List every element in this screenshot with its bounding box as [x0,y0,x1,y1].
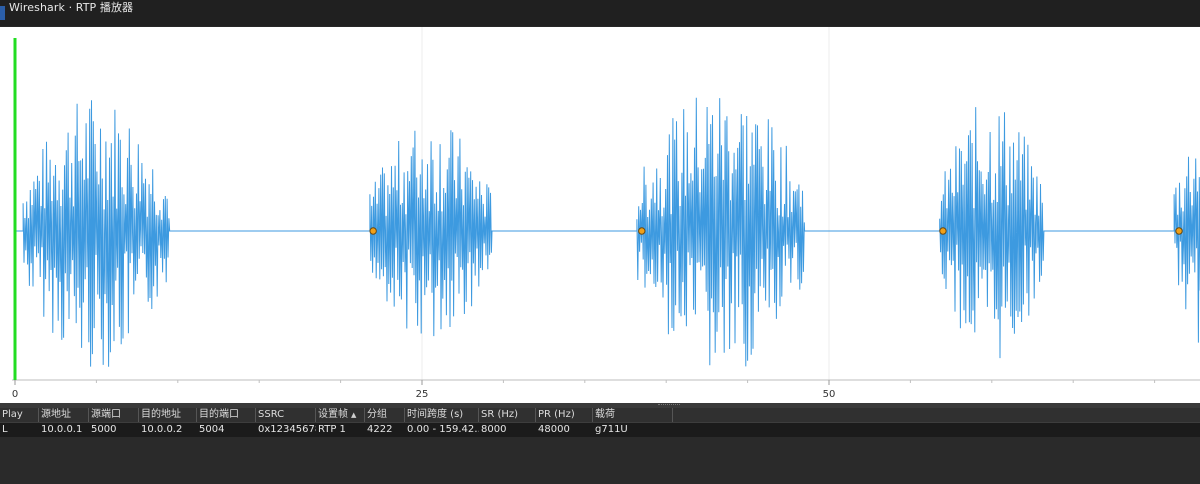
x-tick-label: 50 [823,389,836,400]
silence-marker-icon[interactable] [638,227,646,235]
column-header-setup-frame[interactable]: 设置帧 ▲ [316,408,365,422]
column-header-label: PR (Hz) [538,409,575,420]
wireshark-app-icon [0,6,5,20]
title-bar: Wireshark · RTP 播放器 [0,0,1200,26]
cell-payload: g711U [595,424,628,435]
silence-marker-icon[interactable] [369,227,377,235]
waveform-plot[interactable]: 0255075100125 [0,27,1200,403]
x-tick-label: 0 [12,389,18,400]
column-header-label: 源端口 [91,409,121,420]
column-header-source-port[interactable]: 源端口 [89,408,139,422]
column-header-label: 设置帧 [318,409,348,420]
cell-source-address: 10.0.0.1 [41,424,83,435]
column-header-sample-rate[interactable]: SR (Hz) [479,408,536,422]
cell-play: L [2,424,8,435]
column-header-play[interactable]: Play [0,408,39,422]
x-tick-label: 25 [416,389,429,400]
column-header-label: 源地址 [41,409,71,420]
column-header-label: 目的端口 [199,409,239,420]
column-header-packets[interactable]: 分组 [365,408,405,422]
silence-marker-icon[interactable] [1175,227,1183,235]
cell-time-span: 0.00 - 159.42… [407,424,479,435]
audio-waveform [15,97,1200,367]
silence-marker-icon[interactable] [939,227,947,235]
cell-sample-rate: 8000 [481,424,507,435]
column-header-label: Play [2,409,23,420]
column-header-payload[interactable]: 载荷 [593,408,673,422]
stream-table[interactable]: Play 源地址 源端口 目的地址 目的端口 SSRC 设置帧 ▲ 分组 时间跨度 (s) SR (… [0,408,1200,484]
sort-ascending-icon: ▲ [351,411,357,419]
cell-play-rate: 48000 [538,424,570,435]
column-header-time-span[interactable]: 时间跨度 (s) [405,408,479,422]
table-row[interactable]: L 10.0.0.1 5000 10.0.0.2 5004 0x12345678 RTP 1… [0,423,1200,437]
column-header-label: SR (Hz) [481,409,519,420]
stream-table-header: Play 源地址 源端口 目的地址 目的端口 SSRC 设置帧 ▲ 分组 时间跨度 (s) SR (… [0,408,1200,423]
column-header-ssrc[interactable]: SSRC [256,408,316,422]
cell-setup-frame: RTP 1 [318,424,346,435]
cell-packets: 4222 [367,424,393,435]
column-header-label: 目的地址 [141,409,181,420]
window-title: Wireshark · RTP 播放器 [9,1,134,14]
column-header-label: 载荷 [595,409,615,420]
column-header-destination-port[interactable]: 目的端口 [197,408,256,422]
column-header-label: 分组 [367,409,387,420]
column-header-source-address[interactable]: 源地址 [39,408,89,422]
cell-source-port: 5000 [91,424,117,435]
cell-destination-address: 10.0.0.2 [141,424,183,435]
column-header-play-rate[interactable]: PR (Hz) [536,408,593,422]
cell-destination-port: 5004 [199,424,225,435]
column-header-destination-address[interactable]: 目的地址 [139,408,197,422]
cell-ssrc: 0x12345678 [258,424,316,435]
column-header-label: 时间跨度 (s) [407,409,464,420]
waveform-svg[interactable]: 0255075100125 [0,27,1200,403]
stream-table-body: L 10.0.0.1 5000 10.0.0.2 5004 0x12345678 RTP 1… [0,423,1200,437]
column-header-label: SSRC [258,409,285,420]
